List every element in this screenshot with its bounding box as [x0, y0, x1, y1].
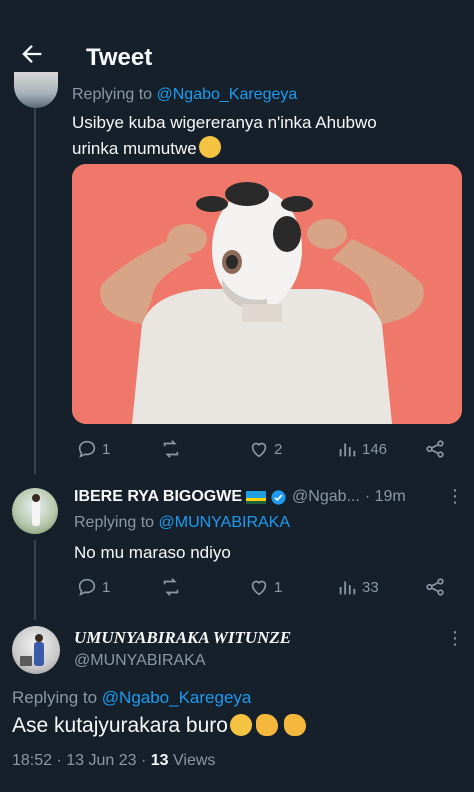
avatar[interactable]: [12, 626, 60, 674]
share-button[interactable]: [424, 437, 446, 461]
tweet-header: IBERE RYA BIGOGWE @Ngab... · 19m: [74, 488, 406, 506]
like-button[interactable]: 1: [248, 575, 282, 599]
thread-line: [34, 104, 36, 474]
tweet-actions: 1 1 33: [72, 575, 452, 599]
display-name[interactable]: IBERE RYA BIGOGWE: [74, 488, 242, 506]
mention-link[interactable]: @MUNYABIRAKA: [159, 514, 291, 531]
verified-icon: [271, 489, 286, 505]
tweet-meta: 18:52 · 13 Jun 23 · 13 Views: [12, 752, 215, 770]
views-icon: [339, 581, 356, 595]
page-title: Tweet: [86, 44, 153, 71]
display-name[interactable]: UMUNYABIRAKA WITUNZE: [74, 628, 291, 648]
avatar[interactable]: [14, 72, 58, 108]
mention-link[interactable]: @Ngabo_Karegeya: [157, 86, 298, 103]
replying-to: Replying to @Ngabo_Karegeya: [12, 688, 252, 707]
tweet-image[interactable]: [72, 164, 462, 424]
avatar-photo: [20, 634, 44, 666]
pinching-hand-emoji-icon: [283, 714, 306, 736]
thread-line: [34, 540, 36, 620]
retweet-button[interactable]: [160, 437, 186, 461]
timestamp: · 19m: [364, 488, 406, 505]
back-arrow-icon[interactable]: [18, 40, 46, 68]
timestamp: 18:52 · 13 Jun 23 ·: [12, 752, 151, 769]
laughing-emoji-icon: [229, 714, 252, 736]
cow-mask-photo: [72, 164, 462, 424]
reply-icon: [78, 578, 96, 596]
retweet-button[interactable]: [160, 575, 182, 599]
rwanda-flag-icon: [246, 490, 267, 504]
user-handle: @MUNYABIRAKA: [74, 652, 206, 669]
retweet-icon: [163, 440, 179, 458]
views-label: Views: [168, 752, 216, 769]
pinching-hand-emoji-icon: [255, 714, 278, 736]
views-icon: [339, 443, 356, 457]
laughing-emoji-icon: [198, 136, 221, 158]
tweet-text: Usibye kuba wigereranya n'inka Ahubwo ur…: [72, 113, 377, 158]
replying-to: Replying to @Ngabo_Karegeya: [72, 86, 298, 103]
avatar-photo: [32, 494, 40, 526]
mention-link[interactable]: @Ngabo_Karegeya: [102, 688, 252, 707]
top-bar: Tweet: [0, 0, 474, 78]
tweet-text: No mu maraso ndiyo: [74, 543, 231, 562]
avatar[interactable]: [12, 488, 58, 534]
share-icon: [426, 440, 444, 458]
retweet-icon: [163, 578, 179, 596]
reply-button[interactable]: 1: [76, 575, 110, 599]
tweet-text: Ase kutajyurakara buro: [12, 714, 306, 738]
more-icon[interactable]: ⋮: [446, 486, 464, 507]
reply-button[interactable]: 1: [76, 437, 110, 461]
tweet-actions: 1 2 146: [72, 437, 452, 461]
reply-icon: [78, 440, 96, 458]
views-button[interactable]: 33: [336, 575, 379, 599]
like-icon: [251, 580, 267, 596]
share-button[interactable]: [424, 575, 446, 599]
user-handle: @Ngab...: [292, 488, 360, 505]
replying-to: Replying to @MUNYABIRAKA: [74, 514, 291, 531]
more-icon[interactable]: ⋮: [446, 628, 464, 649]
like-icon: [251, 442, 267, 458]
views-count: 13: [150, 752, 169, 769]
share-icon: [426, 578, 444, 596]
like-button[interactable]: 2: [248, 437, 282, 461]
views-button[interactable]: 146: [336, 437, 387, 461]
